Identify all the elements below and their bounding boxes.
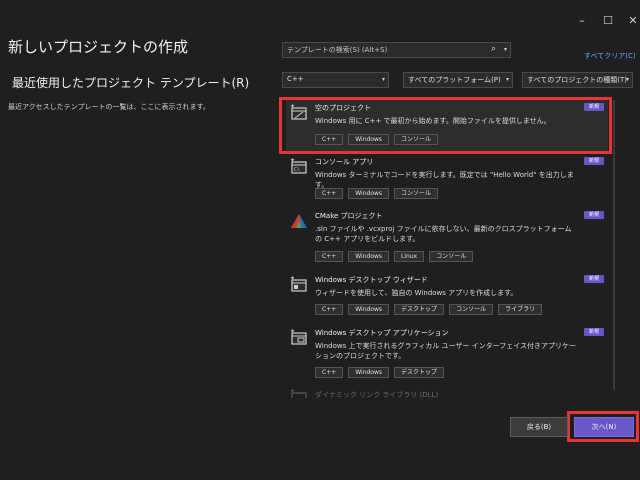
- desktop-wizard-icon: ✦: [290, 275, 307, 292]
- new-badge: 新規: [584, 275, 604, 283]
- project-type-filter-dropdown[interactable]: すべてのプロジェクトの種類(T) ▾: [522, 72, 633, 88]
- minimize-button[interactable]: –: [575, 14, 589, 28]
- dll-icon: ✦: [290, 388, 307, 398]
- tag: Windows: [348, 304, 390, 315]
- tag: デスクトップ: [394, 304, 445, 315]
- template-item-dll[interactable]: ✦ ダイナミック リンク ライブラリ (DLL): [286, 386, 608, 398]
- language-filter-value: C++: [287, 75, 304, 83]
- cmake-icon: [291, 214, 307, 228]
- tag: Windows: [348, 188, 390, 199]
- chevron-down-icon: ▾: [381, 76, 385, 83]
- new-badge: 新規: [584, 157, 604, 165]
- template-search-box[interactable]: テンプレートの検索(S) (Alt+S) ⌕ ▾: [282, 42, 511, 58]
- tag: コンソール: [429, 251, 474, 262]
- new-badge: 新規: [584, 328, 604, 336]
- template-tags: C++ Windows Linux コンソール: [315, 251, 474, 262]
- console-app-icon: C\ ✦: [290, 157, 307, 174]
- platform-filter-dropdown[interactable]: すべてのプラットフォーム(P) ▾: [403, 72, 513, 88]
- tag: Linux: [394, 251, 425, 262]
- template-tags: C++ Windows デスクトップ: [315, 367, 445, 378]
- platform-filter-value: すべてのプラットフォーム(P): [408, 76, 501, 84]
- search-input[interactable]: テンプレートの検索(S) (Alt+S): [287, 45, 387, 55]
- template-name: コンソール アプリ: [315, 158, 374, 166]
- tag: デスクトップ: [394, 367, 445, 378]
- template-item-desktop-application[interactable]: ✦ Windows デスクトップ アプリケーション 新規 Windows 上で実…: [286, 325, 608, 383]
- desktop-application-icon: ✦: [290, 328, 307, 345]
- search-icon[interactable]: ⌕: [491, 44, 496, 54]
- selection-highlight: [279, 97, 612, 154]
- svg-text:✦: ✦: [290, 328, 295, 335]
- back-button[interactable]: 戻る(B): [510, 417, 568, 437]
- svg-text:✦: ✦: [290, 157, 295, 164]
- chevron-down-icon: ▾: [505, 76, 509, 83]
- tag: ライブラリ: [498, 304, 543, 315]
- project-type-filter-value: すべてのプロジェクトの種類(T): [527, 76, 627, 84]
- tag: C++: [315, 251, 344, 262]
- next-button[interactable]: 次へ(N): [574, 417, 634, 437]
- tag: C++: [315, 304, 344, 315]
- svg-text:✦: ✦: [290, 275, 295, 282]
- template-tags: C++ Windows コンソール: [315, 188, 439, 199]
- tag: コンソール: [394, 188, 439, 199]
- tag: コンソール: [449, 304, 494, 315]
- template-name: CMake プロジェクト: [315, 212, 383, 220]
- svg-text:✦: ✦: [290, 388, 295, 395]
- template-name: ダイナミック リンク ライブラリ (DLL): [315, 391, 439, 398]
- chevron-down-icon: ▾: [625, 76, 629, 83]
- template-description: Windows ターミナルでコードを実行します。既定では "Hello Worl…: [315, 171, 574, 189]
- clear-all-link[interactable]: すべてクリア(C): [584, 51, 636, 61]
- chevron-down-icon[interactable]: ▾: [504, 46, 507, 53]
- template-list-scrollbar[interactable]: [613, 100, 615, 390]
- template-name: Windows デスクトップ ウィザード: [315, 276, 428, 284]
- template-description: Windows 上で実行されるグラフィカル ユーザー インターフェイス付きアプリ…: [315, 342, 577, 360]
- language-filter-dropdown[interactable]: C++ ▾: [282, 72, 389, 88]
- recent-templates-heading: 最近使用したプロジェクト テンプレート(R): [12, 76, 250, 90]
- tag: C++: [315, 188, 344, 199]
- template-description: ウィザードを使用して、独自の Windows アプリを作成します。: [315, 289, 518, 297]
- tag: Windows: [348, 251, 390, 262]
- svg-text:C\: C\: [294, 167, 300, 173]
- template-item-desktop-wizard[interactable]: ✦ Windows デスクトップ ウィザード 新規 ウィザードを使用して、独自の…: [286, 272, 608, 322]
- maximize-button[interactable]: ☐: [601, 14, 615, 28]
- tag: C++: [315, 367, 344, 378]
- template-item-cmake-project[interactable]: CMake プロジェクト 新規 .sln ファイルや .vcxproj ファイル…: [286, 208, 608, 270]
- template-name: Windows デスクトップ アプリケーション: [315, 329, 449, 337]
- new-badge: 新規: [584, 211, 604, 219]
- recent-templates-empty-text: 最近アクセスしたテンプレートの一覧は、ここに表示されます。: [8, 103, 210, 111]
- template-item-console-app[interactable]: C\ ✦ コンソール アプリ 新規 Windows ターミナルでコードを実行しま…: [286, 154, 608, 204]
- tag: Windows: [348, 367, 390, 378]
- template-description: .sln ファイルや .vcxproj ファイルに依存しない、最新のクロスプラッ…: [315, 225, 572, 243]
- template-tags: C++ Windows デスクトップ コンソール ライブラリ: [315, 304, 543, 315]
- close-button[interactable]: ✕: [626, 14, 640, 28]
- page-title: 新しいプロジェクトの作成: [8, 38, 189, 56]
